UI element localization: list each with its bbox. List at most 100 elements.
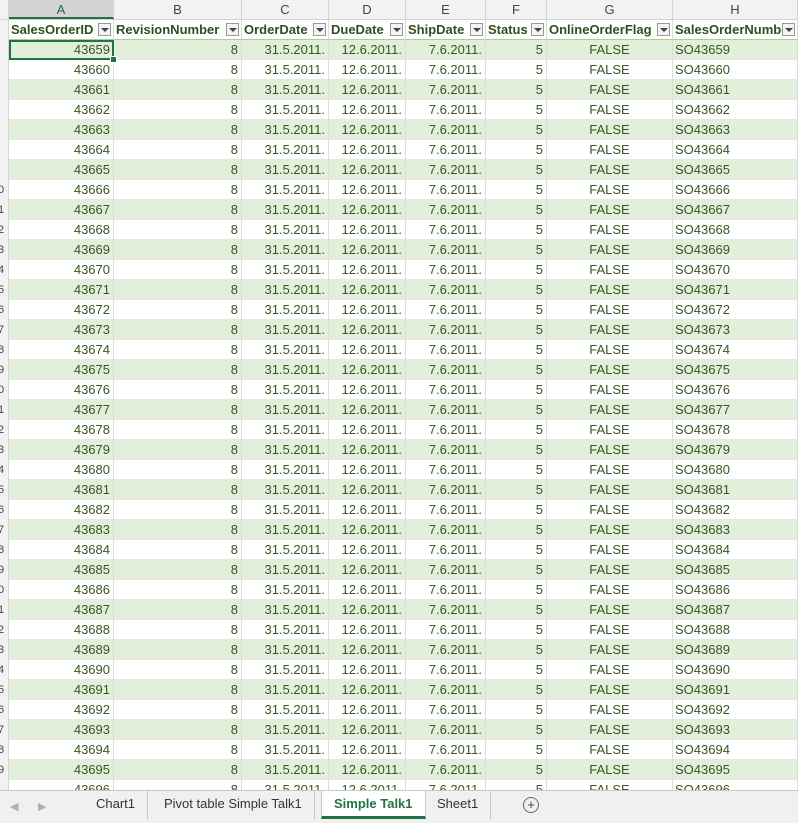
table-cell[interactable]: 5 (486, 480, 547, 500)
plus-circle-icon[interactable]: + (523, 797, 539, 813)
row-number[interactable]: 6 (0, 300, 9, 320)
table-cell[interactable]: 12.6.2011. (329, 700, 406, 720)
table-cell[interactable]: 5 (486, 760, 547, 780)
table-cell[interactable]: 31.5.2011. (242, 460, 329, 480)
table-cell[interactable]: 43669 (9, 240, 114, 260)
row-number[interactable]: 5 (0, 680, 9, 700)
table-cell[interactable]: 5 (486, 160, 547, 180)
table-cell[interactable]: 31.5.2011. (242, 500, 329, 520)
table-cell[interactable]: FALSE (547, 380, 673, 400)
table-cell[interactable]: FALSE (547, 40, 673, 60)
table-cell[interactable]: 43676 (9, 380, 114, 400)
row-number[interactable] (0, 780, 9, 790)
table-cell[interactable]: 5 (486, 660, 547, 680)
table-cell[interactable]: 31.5.2011. (242, 80, 329, 100)
table-cell[interactable]: SO43669 (673, 240, 798, 260)
table-header-cell[interactable]: RevisionNumber (114, 20, 242, 40)
table-cell[interactable]: 5 (486, 640, 547, 660)
table-cell[interactable]: 7.6.2011. (406, 780, 486, 790)
table-cell[interactable]: 8 (114, 40, 242, 60)
table-cell[interactable]: 31.5.2011. (242, 520, 329, 540)
table-cell[interactable]: FALSE (547, 700, 673, 720)
table-cell[interactable]: 5 (486, 420, 547, 440)
table-cell[interactable]: 31.5.2011. (242, 700, 329, 720)
table-cell[interactable]: SO43686 (673, 580, 798, 600)
table-header-cell[interactable]: SalesOrderID (9, 20, 114, 40)
table-cell[interactable]: 7.6.2011. (406, 140, 486, 160)
table-cell[interactable]: 12.6.2011. (329, 360, 406, 380)
sheet-tab-pivot-table-simple-talk1[interactable]: Pivot table Simple Talk1 (152, 791, 315, 819)
table-cell[interactable]: 7.6.2011. (406, 600, 486, 620)
table-cell[interactable]: 12.6.2011. (329, 680, 406, 700)
table-cell[interactable]: 7.6.2011. (406, 680, 486, 700)
table-cell[interactable]: 5 (486, 80, 547, 100)
table-cell[interactable]: 5 (486, 700, 547, 720)
table-cell[interactable]: 7.6.2011. (406, 500, 486, 520)
table-cell[interactable]: 31.5.2011. (242, 60, 329, 80)
table-cell[interactable]: 7.6.2011. (406, 360, 486, 380)
table-cell[interactable]: SO43659 (673, 40, 798, 60)
table-cell[interactable]: FALSE (547, 360, 673, 380)
table-cell[interactable]: 7.6.2011. (406, 580, 486, 600)
table-cell[interactable]: 7.6.2011. (406, 520, 486, 540)
table-cell[interactable]: 43681 (9, 480, 114, 500)
table-cell[interactable]: 43686 (9, 580, 114, 600)
table-cell[interactable]: SO43689 (673, 640, 798, 660)
table-cell[interactable]: 8 (114, 660, 242, 680)
table-cell[interactable]: 43673 (9, 320, 114, 340)
row-number[interactable] (0, 160, 9, 180)
fill-handle[interactable] (110, 56, 117, 63)
row-number[interactable] (0, 20, 9, 40)
table-cell[interactable]: 5 (486, 380, 547, 400)
table-header-cell[interactable]: SalesOrderNumber (673, 20, 798, 40)
column-header-d[interactable]: D (329, 0, 406, 19)
table-cell[interactable]: SO43665 (673, 160, 798, 180)
table-cell[interactable]: FALSE (547, 300, 673, 320)
table-cell[interactable]: FALSE (547, 520, 673, 540)
table-cell[interactable]: 12.6.2011. (329, 560, 406, 580)
table-cell[interactable]: 5 (486, 40, 547, 60)
table-cell[interactable]: 12.6.2011. (329, 720, 406, 740)
table-cell[interactable]: FALSE (547, 640, 673, 660)
table-cell[interactable]: 31.5.2011. (242, 420, 329, 440)
table-cell[interactable]: 12.6.2011. (329, 740, 406, 760)
table-cell[interactable]: FALSE (547, 100, 673, 120)
table-cell[interactable]: 31.5.2011. (242, 600, 329, 620)
table-cell[interactable]: 7.6.2011. (406, 420, 486, 440)
table-cell[interactable]: 8 (114, 500, 242, 520)
table-cell[interactable]: FALSE (547, 660, 673, 680)
table-cell[interactable]: 7.6.2011. (406, 660, 486, 680)
table-cell[interactable]: 12.6.2011. (329, 380, 406, 400)
table-cell[interactable]: 7.6.2011. (406, 740, 486, 760)
table-cell[interactable]: 7.6.2011. (406, 440, 486, 460)
row-number[interactable]: 5 (0, 280, 9, 300)
table-cell[interactable]: 12.6.2011. (329, 520, 406, 540)
table-cell[interactable]: SO43676 (673, 380, 798, 400)
table-cell[interactable]: FALSE (547, 220, 673, 240)
table-cell[interactable]: 31.5.2011. (242, 180, 329, 200)
table-cell[interactable]: 5 (486, 220, 547, 240)
table-cell[interactable]: SO43667 (673, 200, 798, 220)
table-cell[interactable]: FALSE (547, 460, 673, 480)
table-cell[interactable]: 43682 (9, 500, 114, 520)
table-cell[interactable]: 12.6.2011. (329, 420, 406, 440)
table-cell[interactable]: 12.6.2011. (329, 760, 406, 780)
table-cell[interactable]: SO43666 (673, 180, 798, 200)
table-cell[interactable]: 43689 (9, 640, 114, 660)
table-cell[interactable]: 43696 (9, 780, 114, 790)
table-cell[interactable]: 12.6.2011. (329, 80, 406, 100)
table-cell[interactable]: 7.6.2011. (406, 160, 486, 180)
table-header-cell[interactable]: DueDate (329, 20, 406, 40)
table-cell[interactable]: 5 (486, 320, 547, 340)
table-cell[interactable]: 5 (486, 100, 547, 120)
table-cell[interactable]: 12.6.2011. (329, 240, 406, 260)
row-number[interactable]: 0 (0, 180, 9, 200)
row-number[interactable] (0, 80, 9, 100)
row-number[interactable]: 6 (0, 700, 9, 720)
table-cell[interactable]: 5 (486, 240, 547, 260)
column-header-g[interactable]: G (547, 0, 673, 19)
table-cell[interactable]: 7.6.2011. (406, 460, 486, 480)
table-cell[interactable]: 31.5.2011. (242, 560, 329, 580)
row-number[interactable]: 4 (0, 660, 9, 680)
table-cell[interactable]: 7.6.2011. (406, 480, 486, 500)
